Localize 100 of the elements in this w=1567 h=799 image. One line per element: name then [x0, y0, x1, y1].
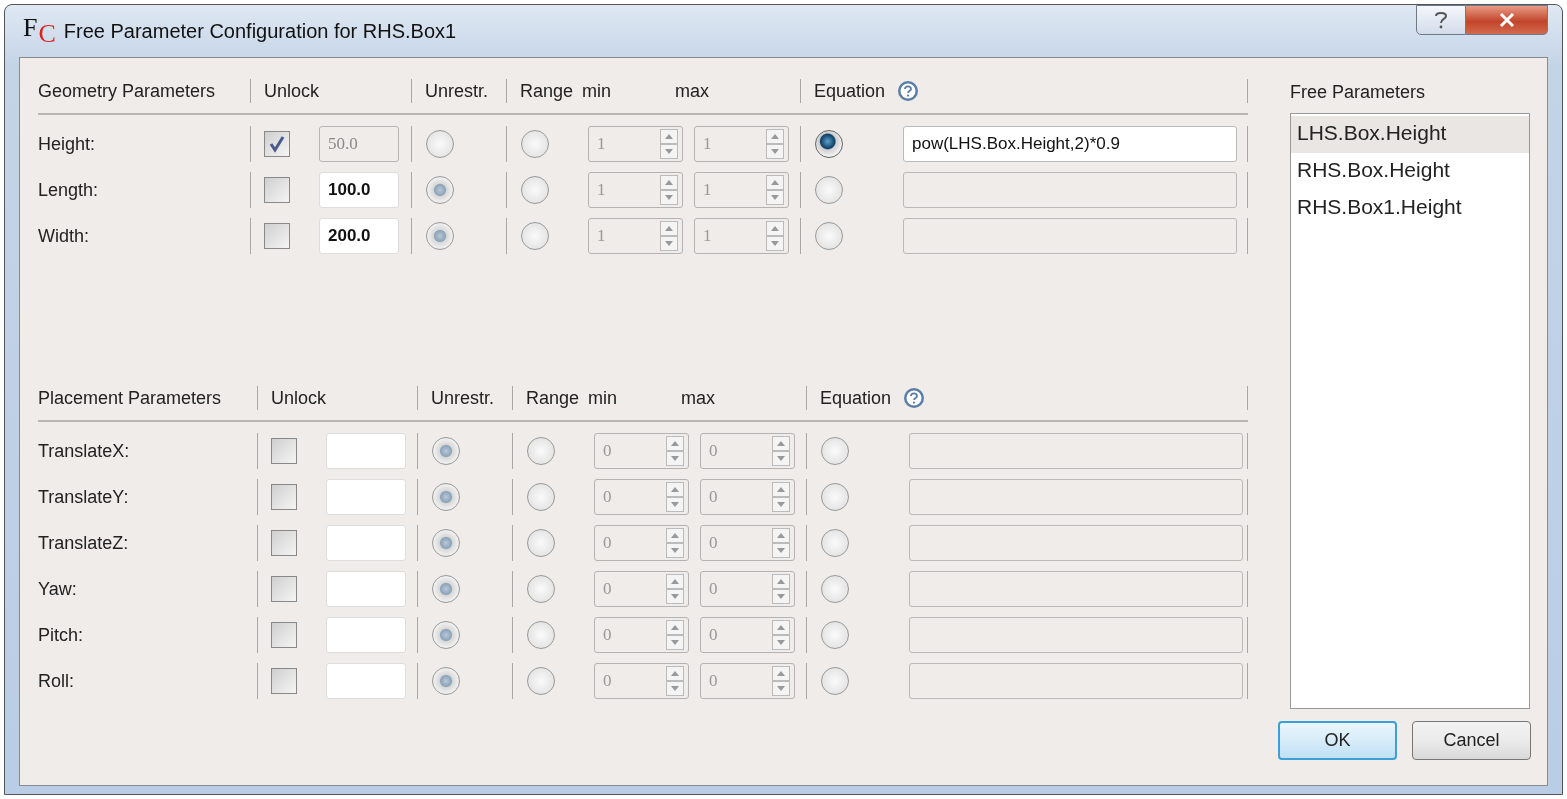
- equation-radio[interactable]: [815, 222, 843, 250]
- help-icon[interactable]: [903, 387, 926, 409]
- unlock-checkbox[interactable]: [271, 576, 297, 602]
- parameter-label: Yaw:: [38, 578, 77, 600]
- close-button[interactable]: [1466, 5, 1548, 35]
- min-spin-box[interactable]: 0: [594, 479, 689, 515]
- column-header: max: [675, 80, 710, 102]
- spin-arrows-icon: [666, 666, 684, 696]
- min-spin-box[interactable]: 0: [594, 433, 689, 469]
- unrestricted-radio[interactable]: [432, 483, 460, 511]
- unrestricted-radio[interactable]: [426, 176, 454, 204]
- spin-arrows-icon: [666, 528, 684, 558]
- equation-field[interactable]: [909, 571, 1243, 607]
- unrestricted-radio[interactable]: [432, 667, 460, 695]
- max-spin-box[interactable]: 1: [694, 218, 789, 254]
- equation-radio[interactable]: [821, 483, 849, 511]
- equation-radio[interactable]: [821, 667, 849, 695]
- unlock-checkbox[interactable]: [271, 438, 297, 464]
- value-field[interactable]: [326, 571, 406, 607]
- max-spin-box[interactable]: 0: [700, 433, 795, 469]
- value-field[interactable]: 200.0: [319, 218, 399, 254]
- equation-field[interactable]: [903, 218, 1237, 254]
- min-spin-box[interactable]: 0: [594, 617, 689, 653]
- equation-field[interactable]: [909, 617, 1243, 653]
- range-radio[interactable]: [521, 176, 549, 204]
- unlock-checkbox[interactable]: [271, 668, 297, 694]
- column-header: Range: [526, 387, 580, 409]
- equation-field[interactable]: [909, 525, 1243, 561]
- spin-arrows-icon: [660, 175, 678, 205]
- min-spin-box[interactable]: 1: [588, 172, 683, 208]
- unrestricted-radio[interactable]: [432, 529, 460, 557]
- help-icon: [1434, 11, 1448, 29]
- equation-field[interactable]: [909, 479, 1243, 515]
- min-spin-box[interactable]: 0: [594, 571, 689, 607]
- unlock-checkbox[interactable]: [264, 177, 290, 203]
- equation-radio[interactable]: [815, 130, 843, 158]
- value-field[interactable]: [326, 479, 406, 515]
- equation-radio[interactable]: [821, 621, 849, 649]
- parameter-label: TranslateZ:: [38, 532, 129, 554]
- equation-radio[interactable]: [821, 529, 849, 557]
- max-spin-box[interactable]: 0: [700, 479, 795, 515]
- value-field[interactable]: 100.0: [319, 172, 399, 208]
- section-title: Placement Parameters: [38, 387, 222, 409]
- min-spin-box[interactable]: 1: [588, 126, 683, 162]
- equation-field[interactable]: [909, 663, 1243, 699]
- help-button[interactable]: [1416, 5, 1466, 35]
- list-item[interactable]: RHS.Box1.Height: [1291, 190, 1529, 227]
- equation-radio[interactable]: [815, 176, 843, 204]
- max-spin-box[interactable]: 0: [700, 663, 795, 699]
- column-header: Unlock: [264, 80, 320, 102]
- max-spin-box[interactable]: 0: [700, 617, 795, 653]
- spin-arrows-icon: [772, 436, 790, 466]
- max-spin-box[interactable]: 1: [694, 172, 789, 208]
- max-spin-box[interactable]: 0: [700, 571, 795, 607]
- range-radio[interactable]: [527, 575, 555, 603]
- unrestricted-radio[interactable]: [426, 222, 454, 250]
- equation-radio[interactable]: [821, 437, 849, 465]
- spin-arrows-icon: [766, 175, 784, 205]
- range-radio[interactable]: [521, 222, 549, 250]
- value-field[interactable]: [326, 433, 406, 469]
- parameter-label: TranslateX:: [38, 440, 130, 462]
- unrestricted-radio[interactable]: [426, 130, 454, 158]
- unlock-checkbox[interactable]: [271, 484, 297, 510]
- range-radio[interactable]: [527, 621, 555, 649]
- unlock-checkbox[interactable]: [264, 223, 290, 249]
- unrestricted-radio[interactable]: [432, 621, 460, 649]
- value-field[interactable]: [326, 663, 406, 699]
- range-radio[interactable]: [521, 130, 549, 158]
- unrestricted-radio[interactable]: [432, 437, 460, 465]
- max-spin-box[interactable]: 0: [700, 525, 795, 561]
- equation-field[interactable]: pow(LHS.Box.Height,2)*0.9: [903, 126, 1237, 162]
- list-item[interactable]: LHS.Box.Height: [1291, 116, 1529, 153]
- min-spin-box[interactable]: 0: [594, 663, 689, 699]
- cancel-button[interactable]: Cancel: [1412, 721, 1531, 760]
- window-title: Free Parameter Configuration for RHS.Box1: [63, 19, 457, 43]
- value-field[interactable]: [326, 617, 406, 653]
- value-field[interactable]: [326, 525, 406, 561]
- min-spin-box[interactable]: 1: [588, 218, 683, 254]
- max-spin-box[interactable]: 1: [694, 126, 789, 162]
- spin-arrows-icon: [772, 666, 790, 696]
- spin-arrows-icon: [766, 129, 784, 159]
- range-radio[interactable]: [527, 483, 555, 511]
- list-item[interactable]: RHS.Box.Height: [1291, 153, 1529, 190]
- spin-arrows-icon: [766, 221, 784, 251]
- equation-radio[interactable]: [821, 575, 849, 603]
- ok-button[interactable]: OK: [1278, 721, 1397, 760]
- range-radio[interactable]: [527, 437, 555, 465]
- value-field[interactable]: 50.0: [319, 126, 399, 162]
- unrestricted-radio[interactable]: [432, 575, 460, 603]
- range-radio[interactable]: [527, 529, 555, 557]
- column-header: Unrestr.: [425, 80, 489, 102]
- equation-field[interactable]: [909, 433, 1243, 469]
- parameter-label: Pitch:: [38, 624, 84, 646]
- min-spin-box[interactable]: 0: [594, 525, 689, 561]
- equation-field[interactable]: [903, 172, 1237, 208]
- range-radio[interactable]: [527, 667, 555, 695]
- help-icon[interactable]: [897, 80, 920, 102]
- unlock-checkbox[interactable]: [271, 622, 297, 648]
- unlock-checkbox[interactable]: [271, 530, 297, 556]
- unlock-checkbox[interactable]: [264, 131, 290, 157]
